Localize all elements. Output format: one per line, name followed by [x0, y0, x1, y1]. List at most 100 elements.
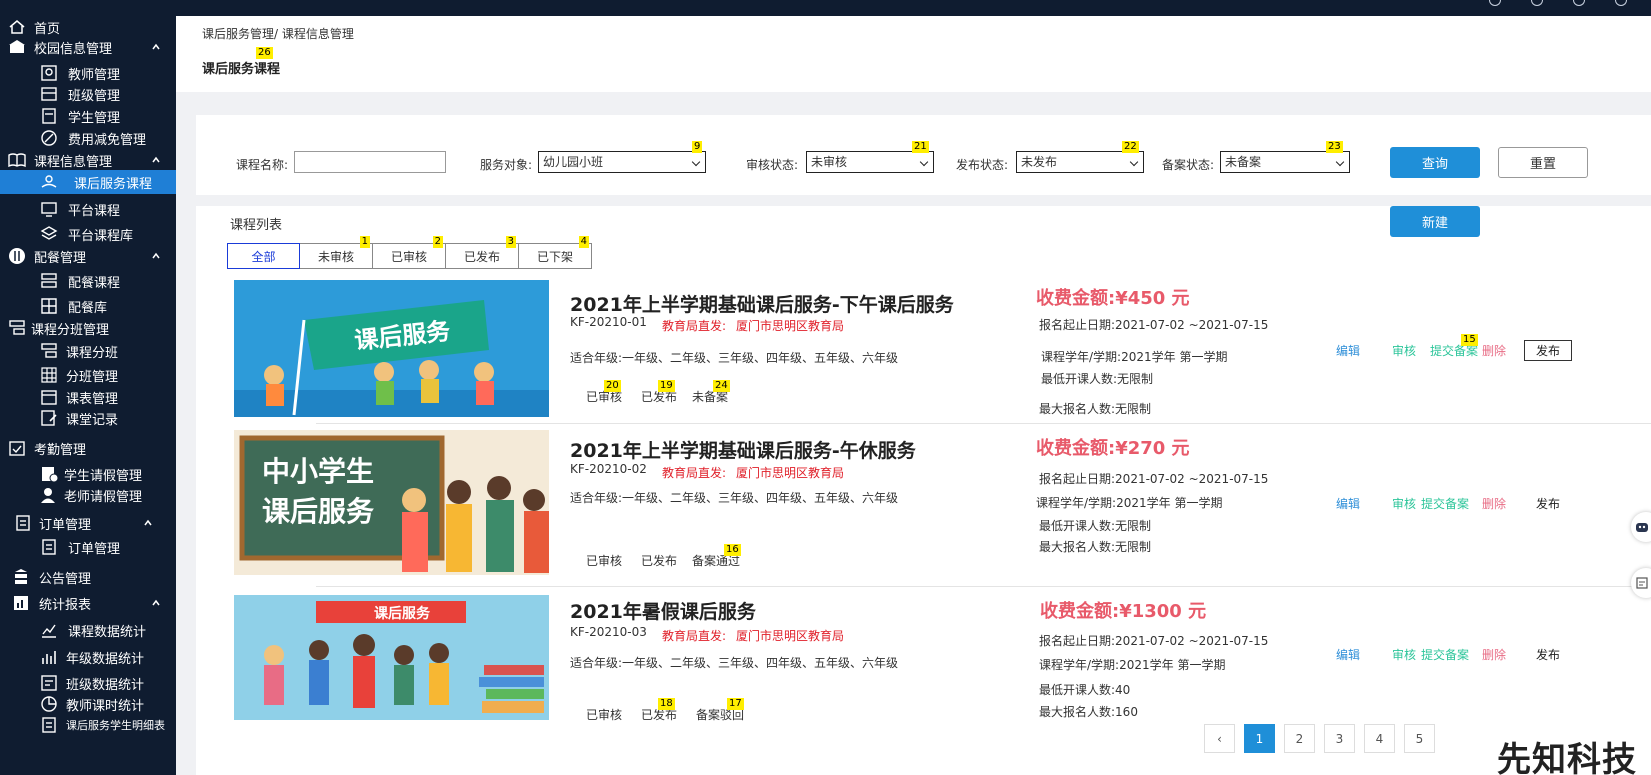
course-image[interactable]: 中小学生 课后服务	[234, 430, 549, 575]
tab-unaudited[interactable]: 未审核 1	[300, 236, 373, 269]
course-grades: 适合年级:一年级、二年级、三年级、四年级、五年级、六年级	[570, 351, 899, 365]
enroll-dates: 报名起止日期:2021-07-02 ~2021-07-15	[1039, 472, 1269, 486]
sidebar-item-course-info[interactable]: 课程信息管理	[0, 149, 176, 171]
sidebar-item-class-stats[interactable]: 班级数据统计	[0, 672, 176, 694]
sidebar-item-course-stats[interactable]: 课程数据统计	[0, 619, 176, 641]
tab-audited[interactable]: 已审核 2	[373, 236, 446, 269]
calendar-icon	[40, 388, 58, 406]
grid2-icon	[40, 366, 58, 384]
page-button[interactable]: 1	[1244, 724, 1275, 753]
edit-link[interactable]: 编辑	[1336, 646, 1360, 663]
audit-link[interactable]: 审核	[1392, 495, 1416, 512]
main-content: 课后服务管理/ 课程信息管理 26 课后服务课程 课程名称: 服务对象: 幼儿园…	[176, 16, 1651, 775]
tab-label: 全部	[251, 249, 276, 264]
sidebar-item-split-course[interactable]: 课程分班	[0, 340, 176, 362]
course-title[interactable]: 2021年暑假课后服务	[570, 597, 756, 624]
edit-link[interactable]: 编辑	[1336, 342, 1360, 359]
sidebar-item-report[interactable]: 统计报表	[0, 592, 176, 614]
prev-page-button[interactable]: ‹	[1204, 724, 1235, 753]
new-course-button[interactable]: 新建	[1390, 206, 1480, 237]
chevron-down-icon	[919, 157, 929, 167]
publish-button[interactable]: 发布	[1536, 646, 1560, 663]
service-icon	[40, 173, 58, 191]
sidebar-item-label: 订单管理	[39, 517, 92, 533]
chart-line-icon	[40, 621, 58, 639]
sidebar-item-platform[interactable]: 平台课程	[0, 198, 176, 220]
sidebar-item-order[interactable]: 订单管理	[0, 512, 176, 534]
query-button[interactable]: 查询	[1390, 147, 1480, 178]
sidebar-item-split-manage[interactable]: 分班管理	[0, 364, 176, 386]
sidebar-item-timetable[interactable]: 课表管理	[0, 386, 176, 408]
tab-label: 未审核	[317, 249, 354, 264]
audit-status-select[interactable]: 未审核	[806, 151, 934, 173]
sidebar-item-attendance[interactable]: 考勤管理	[0, 437, 176, 459]
sidebar-item-student-leave[interactable]: 学生请假管理	[0, 463, 176, 485]
submit-record-link[interactable]: 提交备案	[1421, 646, 1469, 663]
sidebar-item-campus[interactable]: 校园信息管理	[0, 36, 176, 58]
max-people: 最大报名人数:无限制	[1039, 540, 1152, 554]
page-button[interactable]: 2	[1284, 724, 1315, 753]
sidebar-item-platform-lib[interactable]: 平台课程库	[0, 223, 176, 245]
publish-button[interactable]: 发布	[1524, 340, 1573, 361]
publish-button[interactable]: 发布	[1536, 495, 1560, 512]
course-term: 课程学年/学期:2021学年 第一学期	[1041, 350, 1228, 364]
course-grades: 适合年级:一年级、二年级、三年级、四年级、五年级、六年级	[570, 491, 899, 505]
course-title[interactable]: 2021年上半学期基础课后服务-午休服务	[570, 436, 916, 463]
sidebar-item-label: 费用减免管理	[68, 132, 147, 148]
sidebar-item-student[interactable]: 学生管理	[0, 105, 176, 127]
sidebar-item-home[interactable]: 首页	[0, 16, 176, 38]
course-image[interactable]: 课后服务	[234, 595, 549, 720]
submit-record-link[interactable]: 提交备案	[1421, 495, 1469, 512]
sidebar-item-class[interactable]: 班级管理	[0, 83, 176, 105]
sidebar-item-split[interactable]: 课程分班管理	[0, 317, 176, 339]
annotation-badge: 17	[727, 698, 744, 710]
sidebar-item-after-school[interactable]: 课后服务课程	[0, 170, 176, 194]
reset-button[interactable]: 重置	[1498, 147, 1588, 178]
sidebar-item-teacher-hours[interactable]: 教师课时统计	[0, 693, 176, 715]
sidebar-item-label: 教师管理	[68, 67, 121, 83]
delete-link[interactable]: 删除	[1482, 646, 1506, 663]
audit-link[interactable]: 审核	[1392, 342, 1416, 359]
sidebar-item-teacher[interactable]: 教师管理	[0, 62, 176, 84]
service-target-select[interactable]: 幼儿园小班	[538, 151, 706, 173]
tab-offline[interactable]: 已下架 4	[519, 236, 592, 269]
edit-link[interactable]: 编辑	[1336, 495, 1360, 512]
course-title[interactable]: 2021年上半学期基础课后服务-下午课后服务	[570, 290, 954, 317]
sidebar-item-meal[interactable]: 配餐管理	[0, 245, 176, 267]
annotation-badge: 1	[359, 236, 370, 248]
message-icon[interactable]	[1573, 0, 1585, 6]
sidebar-item-fee[interactable]: 费用减免管理	[0, 127, 176, 149]
search-icon[interactable]	[1489, 0, 1501, 6]
user-icon[interactable]	[1615, 0, 1627, 6]
sidebar-item-label: 教师课时统计	[66, 698, 145, 714]
course-name-input[interactable]	[294, 151, 446, 173]
tab-all[interactable]: 全部	[227, 243, 300, 269]
publish-status-select[interactable]: 未发布	[1016, 151, 1144, 173]
record-status-select[interactable]: 未备案	[1220, 151, 1350, 173]
sidebar-item-meal-lib[interactable]: 配餐库	[0, 295, 176, 317]
breadcrumb[interactable]: 课后服务管理/ 课程信息管理	[202, 25, 354, 42]
delete-link[interactable]: 删除	[1482, 495, 1506, 512]
sidebar-item-order-sub[interactable]: 订单管理	[0, 536, 176, 558]
course-row: 课后服务 2021年上半学期基础课后服务-下午课后服务 KF-20210-01 …	[196, 280, 1651, 430]
page-button[interactable]: 5	[1404, 724, 1435, 753]
watermark-logo: 先知科技	[1497, 740, 1637, 775]
chevron-up-icon	[152, 43, 160, 50]
course-image[interactable]: 课后服务	[234, 280, 549, 417]
page-button[interactable]: 4	[1364, 724, 1395, 753]
record-icon	[40, 409, 58, 427]
sidebar-item-grade-stats[interactable]: 年级数据统计	[0, 646, 176, 668]
audit-link[interactable]: 审核	[1392, 646, 1416, 663]
sidebar-item-teacher-leave[interactable]: 老师请假管理	[0, 484, 176, 506]
page-button[interactable]: 3	[1324, 724, 1355, 753]
sidebar-item-notice[interactable]: 公告管理	[0, 566, 176, 588]
fullscreen-icon[interactable]	[1531, 0, 1543, 6]
sidebar: 首页 校园信息管理 教师管理 班级管理 学生管理 费用减免管理 课程信息管理 课…	[0, 16, 176, 775]
sidebar-item-record[interactable]: 课堂记录	[0, 407, 176, 429]
sidebar-item-student-detail[interactable]: 课后服务学生明细表	[0, 714, 176, 736]
course-code: KF-20210-03	[570, 625, 647, 639]
course-row: 课后服务 2021年暑假课后服务 KF-20210-03 教育局直发: 厦门市思…	[196, 595, 1651, 725]
delete-link[interactable]: 删除	[1482, 342, 1506, 359]
sidebar-item-meal-course[interactable]: 配餐课程	[0, 270, 176, 292]
tab-published[interactable]: 已发布 3	[446, 236, 519, 269]
